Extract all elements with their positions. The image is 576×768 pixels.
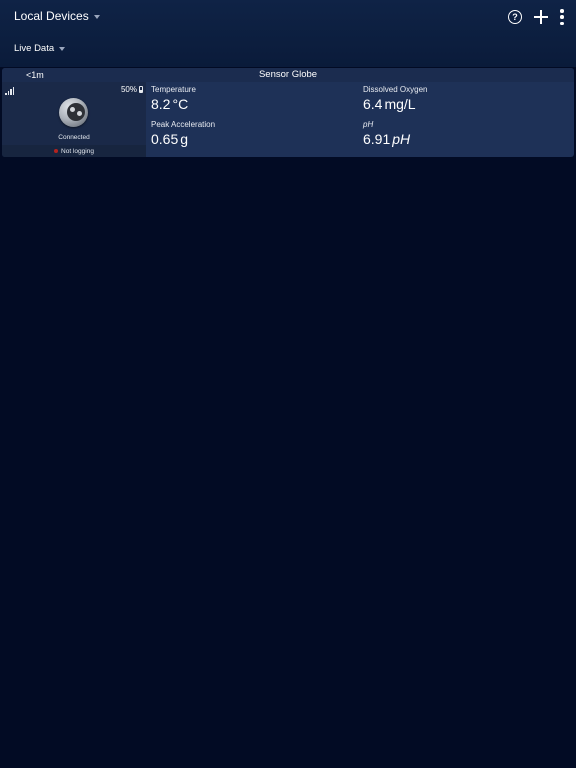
help-glyph: ? [512, 11, 518, 22]
device-name: Sensor Globe [258, 69, 318, 80]
reading-unit: pH [392, 131, 411, 147]
signal-strength-icon [5, 87, 15, 95]
reading-value: 0.65 [151, 131, 179, 147]
battery-percentage: 50% [120, 85, 137, 94]
reading-label: pH [363, 120, 374, 129]
view-mode-dropdown[interactable]: Live Data [14, 43, 66, 54]
more-options-icon[interactable] [560, 9, 564, 25]
view-mode-label: Live Data [14, 43, 55, 54]
logging-status-label: Not logging [61, 147, 94, 155]
reading-dissolved-oxygen[interactable]: Dissolved Oxygen 6.4 mg/L [363, 85, 427, 112]
reading-value: 6.4 [363, 96, 383, 112]
logging-status: Not logging [2, 145, 146, 157]
chevron-down-icon [93, 14, 100, 19]
reading-unit: g [180, 131, 189, 147]
reading-label: Dissolved Oxygen [363, 85, 428, 94]
page-title: Local Devices [14, 9, 89, 23]
help-icon[interactable]: ? [508, 10, 522, 24]
header-actions: ? [508, 9, 564, 25]
device-card-header: <1m Sensor Globe [2, 68, 574, 82]
battery-icon [139, 86, 143, 93]
reading-unit: mg/L [384, 96, 416, 112]
logging-indicator-icon [54, 149, 59, 153]
connection-status: Connected [58, 134, 90, 141]
chevron-down-icon [59, 47, 66, 51]
reading-value: 8.2 [151, 96, 171, 112]
reading-ph[interactable]: pH 6.91 pH [363, 120, 410, 147]
reading-value: 6.91 [363, 131, 391, 147]
device-card[interactable]: <1m Sensor Globe 50% Connected Not loggi… [2, 68, 574, 157]
reading-label: Peak Acceleration [151, 120, 216, 129]
reading-temperature[interactable]: Temperature 8.2 °C [151, 85, 196, 112]
sensor-globe-icon [59, 98, 88, 127]
reading-unit: °C [172, 96, 189, 112]
reading-peak-acceleration[interactable]: Peak Acceleration 0.65 g [151, 120, 215, 147]
sensor-readings: Temperature 8.2 °C Dissolved Oxygen 6.4 mg… [146, 82, 574, 157]
device-status-panel: 50% Connected Not logging [2, 82, 146, 157]
device-source-dropdown[interactable]: Local Devices [14, 9, 100, 23]
app-header: Local Devices ? Live Data [0, 0, 576, 67]
add-device-icon[interactable] [534, 10, 548, 24]
reading-label: Temperature [151, 85, 196, 94]
